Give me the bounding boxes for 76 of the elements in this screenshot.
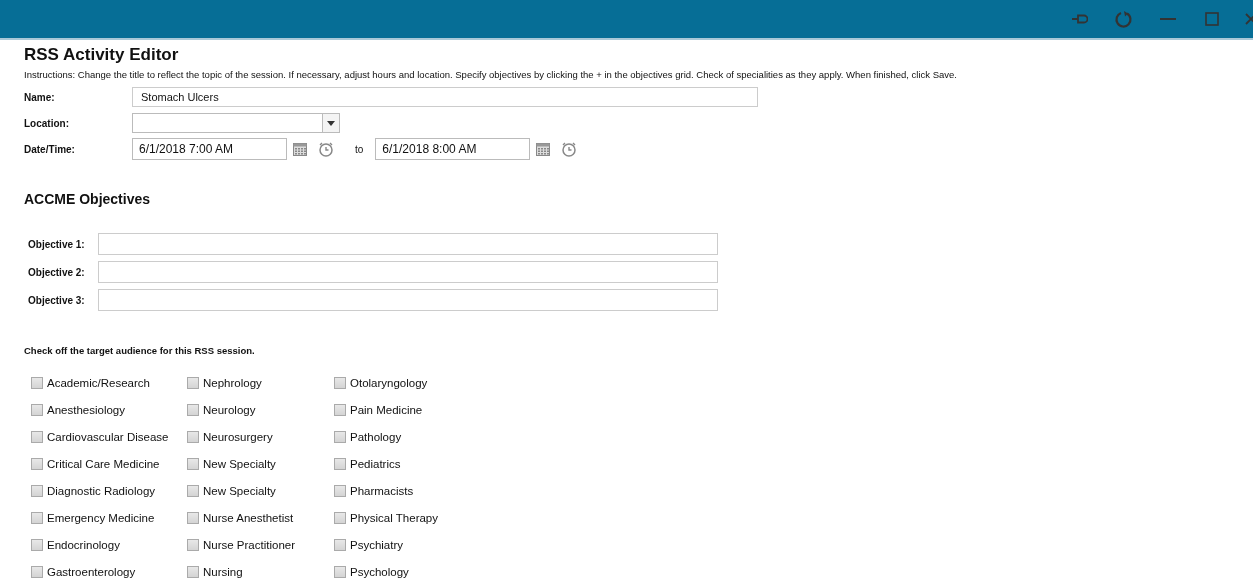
checkbox-label: Nurse Anesthetist — [203, 511, 294, 524]
checkbox[interactable] — [31, 430, 43, 443]
checkbox-label: Pharmacists — [350, 484, 414, 497]
audience-heading: Check off the target audience for this RSS session. — [24, 345, 256, 356]
checkbox[interactable] — [31, 457, 43, 470]
checkbox[interactable] — [31, 484, 43, 497]
checkbox[interactable] — [31, 565, 43, 578]
end-date-field[interactable]: 6/1/2018 8:00 AM — [375, 138, 531, 160]
checkbox[interactable] — [187, 457, 199, 470]
checkbox-label: Nephrology — [203, 376, 262, 389]
field-label: Name: — [24, 91, 56, 103]
checkbox[interactable] — [334, 484, 346, 497]
checkbox[interactable] — [334, 376, 346, 389]
checkbox-label: Psychiatry — [350, 538, 404, 551]
section-heading: ACCME Objectives — [24, 191, 152, 209]
objective-label: Objective 3: — [28, 294, 86, 306]
field-label: Date/Time: — [24, 143, 76, 155]
objective-label: Objective 2: — [28, 266, 86, 278]
objective-field[interactable] — [98, 233, 718, 255]
checkbox-label: Pain Medicine — [350, 403, 423, 416]
checkbox[interactable] — [31, 376, 43, 389]
checkbox-label: Anesthesiology — [47, 403, 125, 416]
objective-field[interactable] — [98, 289, 718, 311]
checkbox-label: Cardiovascular Disease — [47, 430, 169, 443]
checkbox-label: Pathology — [350, 430, 402, 443]
start-date-field[interactable]: 6/1/2018 7:00 AM — [132, 138, 287, 160]
checkbox[interactable] — [187, 565, 199, 578]
checkbox[interactable] — [187, 403, 199, 416]
checkbox-label: Physical Therapy — [350, 511, 438, 524]
checkbox-label: Critical Care Medicine — [47, 457, 160, 470]
checkbox-label: New Specialty — [203, 457, 276, 470]
field-label: Location: — [24, 117, 70, 129]
checkbox[interactable] — [31, 538, 43, 551]
alarm-clock-icon — [561, 141, 578, 157]
objective-field[interactable] — [98, 261, 718, 283]
checkbox-label: Nursing — [203, 565, 243, 578]
clock-button[interactable] — [560, 140, 579, 158]
checkbox[interactable] — [334, 511, 346, 524]
checkbox-label: Psychology — [350, 565, 409, 578]
page-title: RSS Activity Editor — [24, 44, 180, 66]
checkbox-label: Neurology — [203, 403, 256, 416]
checkbox[interactable] — [187, 511, 199, 524]
checkbox[interactable] — [187, 484, 199, 497]
alarm-clock-icon — [318, 141, 334, 157]
checkbox[interactable] — [334, 457, 346, 470]
checkbox[interactable] — [187, 376, 199, 389]
clock-button[interactable] — [317, 140, 335, 158]
refresh-icon[interactable] — [1113, 8, 1135, 30]
checkbox-label: New Specialty — [203, 484, 276, 497]
checkbox[interactable] — [187, 538, 199, 551]
name-field[interactable]: Stomach Ulcers — [132, 87, 758, 107]
checkbox-label: Otolaryngology — [350, 376, 428, 389]
checkbox[interactable] — [334, 538, 346, 551]
dropdown-arrow-icon — [327, 120, 335, 126]
checkbox[interactable] — [31, 403, 43, 416]
checkbox-label: Gastroenterology — [47, 565, 136, 578]
checkbox-label: Neurosurgery — [203, 430, 273, 443]
location-dropdown[interactable] — [132, 113, 340, 133]
calendar-button[interactable] — [291, 140, 309, 158]
checkbox-label: Pediatrics — [350, 457, 401, 470]
calendar-icon — [293, 142, 307, 156]
calendar-button[interactable] — [534, 140, 553, 158]
to-label: to — [355, 143, 364, 155]
checkbox[interactable] — [334, 430, 346, 443]
checkbox-label: Nurse Practitioner — [203, 538, 296, 551]
checkbox[interactable] — [334, 403, 346, 416]
checkbox[interactable] — [31, 511, 43, 524]
instructions-text: Instructions: Change the title to reflect the topic of the session. If necessary, adjust hours and location. Specify objectives by clicking the + in the objectives grid. Check of specialities as they apply. When finished, click Save. — [24, 69, 958, 80]
checkbox-label: Endocrinology — [47, 538, 120, 551]
calendar-icon — [536, 142, 551, 156]
checkbox-label: Emergency Medicine — [47, 511, 155, 524]
checkbox-label: Diagnostic Radiology — [47, 484, 156, 497]
objective-label: Objective 1: — [28, 238, 86, 250]
checkbox[interactable] — [187, 430, 199, 443]
checkbox-label: Academic/Research — [47, 376, 150, 389]
checkbox[interactable] — [334, 565, 346, 578]
